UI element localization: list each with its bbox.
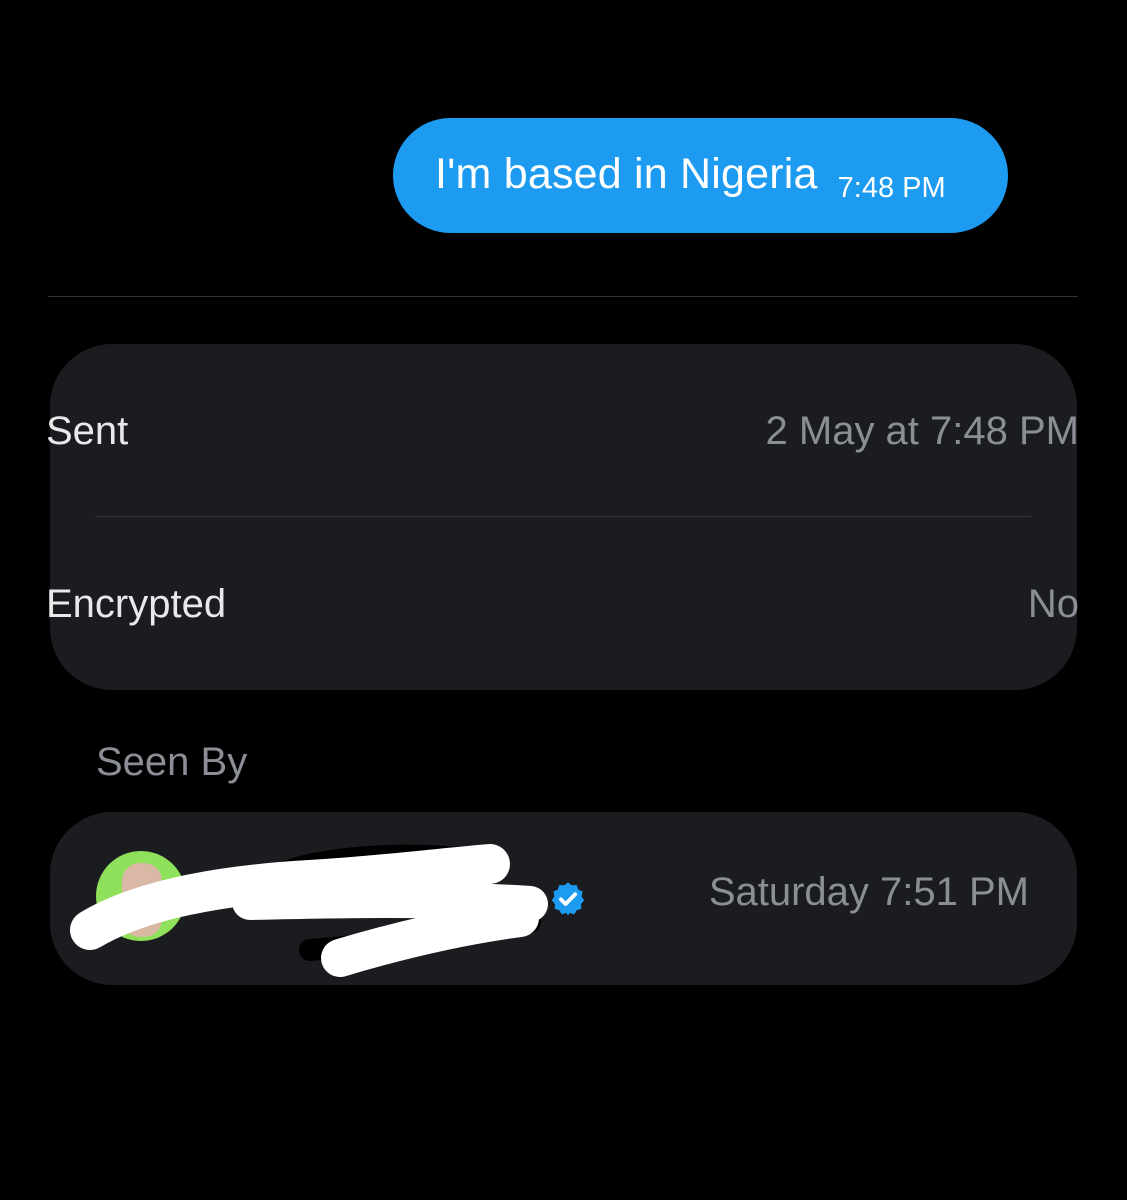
message-details-card [50,344,1077,690]
seen-timestamp: Saturday 7:51 PM [708,870,1029,914]
row-divider [95,516,1031,517]
message-text: I'm based in Nigeria [435,150,818,198]
message-bubble[interactable]: I'm based in Nigeria 7:48 PM [393,118,1008,233]
encrypted-label: Encrypted [46,581,227,626]
message-timestamp: 7:48 PM [837,172,946,204]
sent-row: Sent 2 May at 7:48 PM [46,401,1079,461]
encrypted-value: No [1027,581,1079,626]
sent-label: Sent [46,408,129,453]
section-divider [48,296,1078,297]
verified-badge-icon [551,882,585,916]
redaction-scribble [70,844,548,977]
encrypted-row: Encrypted No [46,574,1079,634]
sent-value: 2 May at 7:48 PM [765,408,1079,453]
seen-by-heading: Seen By [96,740,248,784]
